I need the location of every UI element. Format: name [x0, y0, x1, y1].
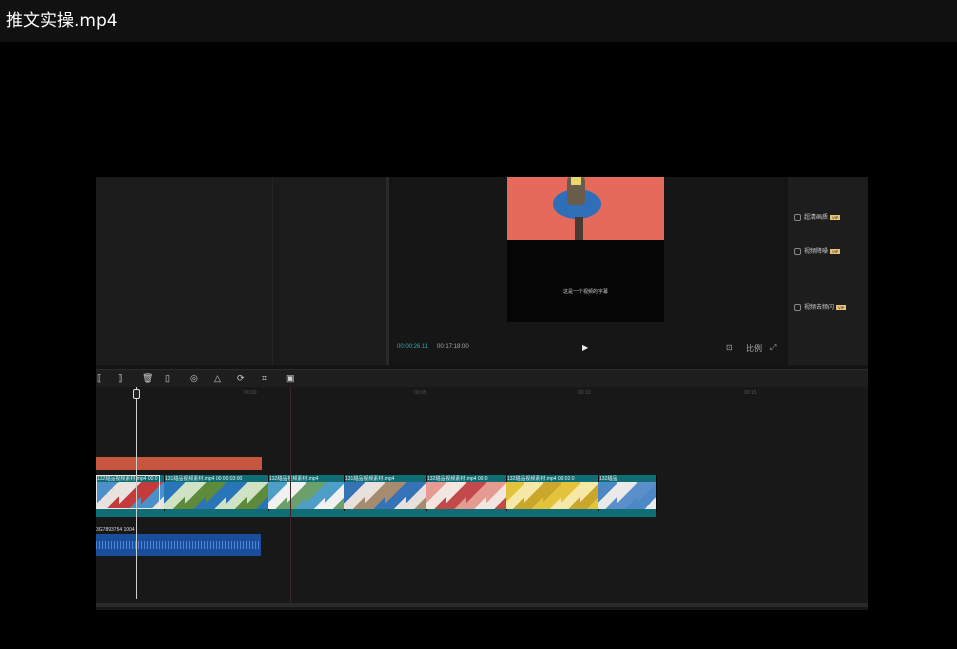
clip-thumbnail	[306, 482, 325, 509]
clip-thumbnail	[226, 482, 248, 509]
video-clip-label: 132甜品视频素材.mp4 00:0	[427, 475, 506, 482]
crop-icon[interactable]: ⌗	[262, 373, 267, 384]
vip-badge: VIP	[830, 248, 841, 254]
clip-thumbnail	[561, 482, 580, 509]
total-time: 00:17:18:00	[437, 344, 469, 350]
preview-panel: 这是一个视频的字幕 00:00:26.11 00:17:18:00 ▶ ⊡ 比例…	[392, 177, 784, 365]
audio-track-clip[interactable]	[96, 534, 261, 556]
object-top-shape	[571, 177, 581, 185]
audio-waveform	[96, 541, 261, 549]
video-clip[interactable]: 132甜品	[598, 475, 657, 511]
clip-thumbnail	[486, 482, 506, 509]
media-panel	[96, 177, 389, 365]
video-clip-label: 131甜品视频素材.mp4	[345, 475, 426, 482]
split-right-icon[interactable]: ⟧	[118, 373, 122, 384]
timeline-toolbar: ⟦ ⟧ 🗑 ▯ ◎ △ ⟳ ⌗ ▣	[96, 369, 868, 388]
video-clip-label: 132甜品视频素材.mp4 00:02:0	[507, 475, 598, 482]
window-titlebar: 推文实操.mp4	[0, 0, 957, 42]
ruler-tick: 00:10	[578, 390, 591, 396]
option-row[interactable]: 视频去频闪 VIP	[794, 302, 847, 311]
fit-screen-icon[interactable]: ⊡	[726, 343, 733, 352]
checkbox-icon[interactable]	[794, 247, 801, 255]
playhead-handle[interactable]	[133, 389, 140, 399]
ruler-tick: 00:15	[744, 390, 757, 396]
stand-shape	[575, 217, 583, 240]
clip-thumbnail	[164, 482, 185, 509]
clip-thumbnail	[325, 482, 344, 509]
video-clip[interactable]: 132甜品视频素材.mp4 00:02:0	[506, 475, 599, 511]
playhead[interactable]	[136, 387, 137, 599]
video-clip[interactable]: 132甜品视频素材.mp4	[268, 475, 345, 511]
clip-thumbnail	[446, 482, 466, 509]
ruler-tick: 00:00	[244, 390, 257, 396]
clip-thumbnail	[524, 482, 543, 509]
clip-thumbnail	[579, 482, 598, 509]
speed-icon[interactable]: ◎	[190, 373, 198, 384]
option-label: 视频去频闪	[804, 305, 835, 311]
freeze-icon[interactable]: ▯	[165, 373, 170, 384]
clip-thumbnail	[636, 482, 656, 509]
video-track: 132甜品视频素材.mp4 00:0 131甜品视频素材.mp4 00:00:03…	[96, 475, 657, 517]
audio-clip-label: 3G7893754 1004	[96, 527, 135, 533]
timeline-marker-line	[290, 387, 291, 603]
panel-divider	[386, 177, 389, 365]
clip-thumbnail	[364, 482, 385, 509]
clip-thumbnail	[426, 482, 446, 509]
checkbox-icon[interactable]	[794, 213, 801, 221]
video-clip[interactable]: 131甜品视频素材.mp4	[344, 475, 427, 511]
clip-thumbnail	[205, 482, 227, 509]
clip-thumbnail	[247, 482, 268, 509]
video-clip-label: 131甜品视频素材.mp4 00:00:03:00	[165, 475, 268, 482]
clip-thumbnail	[268, 482, 287, 509]
embedded-editor-video[interactable]: 这是一个视频的字幕 00:00:26.11 00:17:18:00 ▶ ⊡ 比例…	[96, 177, 868, 610]
play-icon[interactable]: ▶	[582, 343, 588, 352]
video-clip-label: 132甜品	[599, 475, 656, 482]
timeline-scrollbar[interactable]	[96, 603, 868, 607]
text-track-clip[interactable]	[96, 457, 262, 470]
split-left-icon[interactable]: ⟦	[97, 373, 101, 384]
clip-thumbnail	[542, 482, 562, 509]
vip-badge: VIP	[830, 214, 841, 220]
option-row[interactable]: 超清画质 VIP	[794, 212, 841, 221]
rotate-icon[interactable]: ⟳	[237, 373, 245, 384]
clip-thumbnail	[598, 482, 618, 509]
panel-divider	[272, 177, 273, 365]
option-label: 视频降噪	[804, 249, 829, 255]
ruler-tick: 00:05	[414, 390, 427, 396]
properties-panel: 超清画质 VIP 视频降噪 VIP 视频去频闪 VIP	[788, 177, 868, 365]
clip-thumbnail	[405, 482, 426, 509]
selected-clip-outline	[96, 475, 160, 509]
video-clip[interactable]: 131甜品视频素材.mp4 00:00:03:00	[164, 475, 269, 511]
clip-thumbnail	[184, 482, 206, 509]
preview-frame-subtitle-area: 这是一个视频的字幕	[507, 240, 664, 322]
delete-icon[interactable]: 🗑	[142, 373, 153, 384]
clip-thumbnail	[617, 482, 637, 509]
clip-thumbnail	[385, 482, 406, 509]
preview-subtitle: 这是一个视频的字幕	[562, 289, 608, 295]
clip-thumbnail	[344, 482, 365, 509]
clip-thumbnail	[466, 482, 486, 509]
mirror-icon[interactable]: △	[214, 373, 221, 384]
clip-thumbnail	[506, 482, 525, 509]
current-time: 00:00:26.11	[397, 344, 429, 350]
preview-frame-image	[507, 177, 664, 240]
window-title: 推文实操.mp4	[6, 11, 118, 31]
fullscreen-icon[interactable]: ⤢	[770, 343, 776, 353]
video-clip[interactable]: 132甜品视频素材.mp4 00:0	[426, 475, 507, 511]
timeline-area[interactable]: 00:00 00:05 00:10 00:15 132甜品视频素材.mp4 00…	[96, 387, 868, 610]
video-clip-label: 132甜品视频素材.mp4	[269, 475, 344, 482]
cover-icon[interactable]: ▣	[286, 373, 295, 384]
vip-badge: VIP	[836, 304, 847, 310]
option-row[interactable]: 视频降噪 VIP	[794, 246, 841, 255]
checkbox-icon[interactable]	[794, 303, 801, 311]
ratio-button[interactable]: 比例	[746, 343, 762, 354]
option-label: 超清画质	[804, 215, 829, 221]
